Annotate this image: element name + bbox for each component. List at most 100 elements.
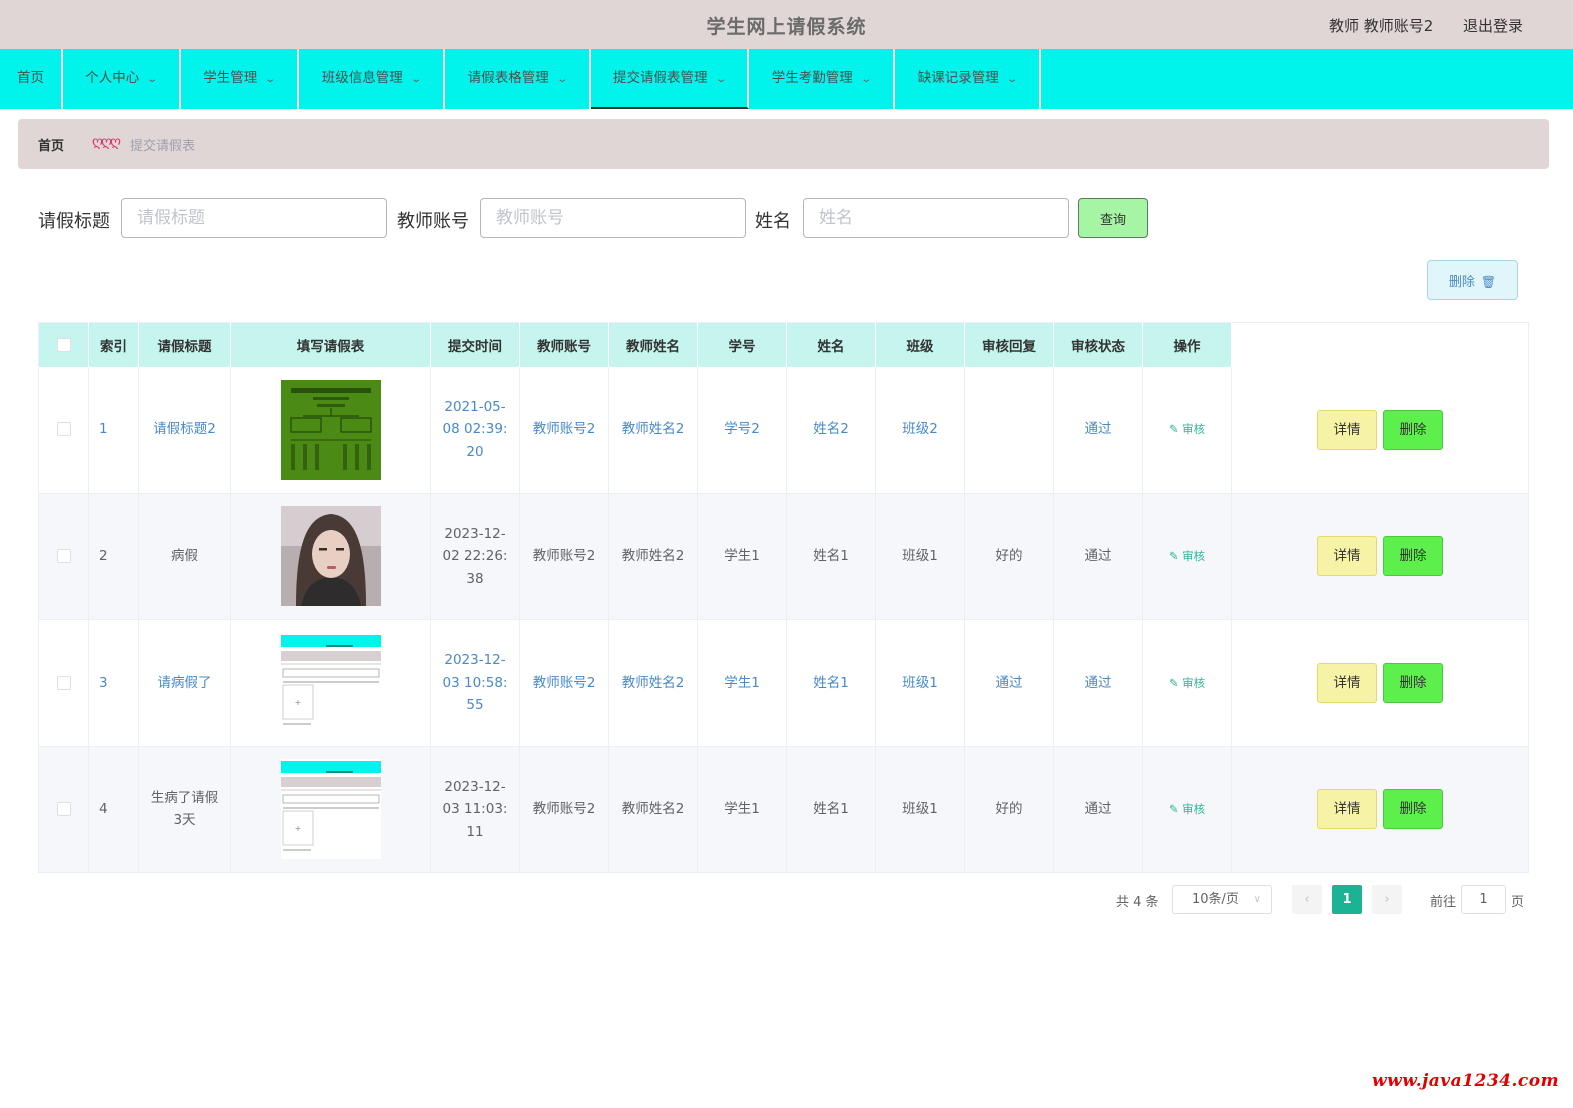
select-all-checkbox[interactable] — [56, 337, 71, 352]
column-header: 班级 — [875, 322, 965, 367]
nav-label: 学生管理 — [203, 70, 258, 86]
row-review-reply: 好的 — [964, 746, 1054, 873]
review-label: 审核 — [1182, 549, 1206, 563]
row-checkbox[interactable] — [56, 802, 71, 816]
review-link[interactable]: ✎ 审核 — [1169, 549, 1205, 563]
row-checkbox[interactable] — [56, 422, 71, 437]
detail-button[interactable]: 详情 — [1317, 662, 1377, 703]
nav-item-leave-form-management[interactable]: 请假表格管理 ⌄ — [445, 49, 591, 109]
review-link[interactable]: ✎ 审核 — [1169, 676, 1205, 690]
table-row: 2 病假 2023-12- 02 22:26: 38 教师账号2 教师姓名2 学… — [38, 493, 1529, 620]
screenshot-thumbnail[interactable]: + — [280, 632, 381, 733]
delete-button[interactable]: 删除 — [1383, 536, 1443, 577]
table-row: 3 请病假了 + 2023-12- 03 10:58: 55 教师账号2 教师姓… — [38, 619, 1529, 747]
nav-label: 请假表格管理 — [467, 70, 549, 86]
row-class: 班级1 — [875, 493, 965, 620]
detail-button[interactable]: 详情 — [1317, 789, 1377, 830]
page-size-select[interactable]: 10条/页 ∨ — [1172, 885, 1272, 914]
bulk-delete-label: 删除 — [1448, 274, 1475, 290]
query-button[interactable]: 查询 — [1078, 198, 1148, 238]
row-index: 1 — [88, 366, 139, 494]
logout-link[interactable]: 退出登录 — [1463, 15, 1523, 36]
review-link[interactable]: ✎ 审核 — [1169, 802, 1205, 816]
column-header: 提交时间 — [430, 322, 520, 367]
nav-item-home[interactable]: 首页 — [0, 49, 63, 109]
nav-item-student-management[interactable]: 学生管理 ⌄ — [181, 49, 299, 109]
portrait-photo[interactable] — [280, 506, 381, 607]
chevron-left-icon: ‹ — [1304, 892, 1310, 907]
row-image-cell — [230, 493, 431, 620]
nav-item-class-info-management[interactable]: 班级信息管理 ⌄ — [299, 49, 445, 109]
time-line: 11 — [466, 823, 484, 840]
breadcrumb-current: 提交请假表 — [130, 139, 196, 154]
time-line: 2023-12- — [444, 652, 506, 668]
chevron-down-icon: ∨ — [1253, 894, 1261, 905]
teacher-account-input[interactable] — [480, 198, 746, 238]
delete-button[interactable]: 删除 — [1383, 789, 1443, 830]
goto-page-input[interactable] — [1461, 885, 1506, 914]
name-input[interactable] — [803, 198, 1069, 238]
row-actions: 详情 删除 — [1231, 493, 1529, 620]
row-student-no: 学号2 — [697, 366, 787, 494]
delete-button[interactable]: 删除 — [1383, 409, 1443, 450]
screenshot-thumbnail[interactable]: + — [280, 759, 381, 860]
nav-label: 首页 — [17, 70, 44, 86]
search-label-leave-title: 请假标题 — [38, 211, 110, 232]
detail-button[interactable]: 详情 — [1317, 536, 1377, 577]
time-line: 38 — [466, 570, 484, 587]
chevron-down-icon: ⌄ — [264, 74, 277, 85]
row-student-no: 学生1 — [697, 493, 787, 620]
nav-label: 提交请假表管理 — [613, 70, 708, 86]
row-image-cell — [230, 366, 431, 494]
main-nav: 首页 个人中心 ⌄ 学生管理 ⌄ 班级信息管理 ⌄ 请假表格管理 ⌄ 提交请假表管理 ⌄ … — [0, 49, 1573, 109]
bulk-delete-button[interactable]: 删除 🗑 — [1427, 260, 1518, 300]
row-review-reply: 通过 — [964, 619, 1054, 747]
column-header: 操作 — [1142, 322, 1232, 367]
column-header: 姓名 — [786, 322, 876, 367]
row-class: 班级1 — [875, 746, 965, 873]
detail-button[interactable]: 详情 — [1317, 409, 1377, 450]
row-actions: 详情 删除 — [1231, 746, 1529, 873]
nav-label: 学生考勤管理 — [771, 70, 853, 86]
time-line: 2023-12- — [444, 525, 506, 542]
row-student-no: 学生1 — [697, 746, 787, 873]
delete-button[interactable]: 删除 — [1383, 662, 1443, 703]
row-index: 3 — [88, 619, 139, 747]
row-review-cell: ✎ 审核 — [1142, 619, 1232, 747]
page-number-current[interactable]: 1 — [1332, 885, 1362, 914]
chevron-down-icon: ⌄ — [714, 74, 727, 85]
row-teacher-account: 教师账号2 — [519, 493, 609, 620]
green-chart-image[interactable] — [280, 379, 381, 480]
nav-item-submit-leave-management[interactable]: 提交请假表管理 ⌄ — [591, 49, 749, 109]
trash-icon: 🗑 — [1480, 274, 1497, 289]
nav-item-personal-center[interactable]: 个人中心 ⌄ — [63, 49, 181, 109]
breadcrumb-home[interactable]: 首页 — [38, 135, 64, 154]
row-name: 姓名1 — [786, 746, 876, 873]
row-review-status: 通过 — [1053, 746, 1143, 873]
row-checkbox[interactable] — [56, 675, 71, 690]
edit-icon: ✎ — [1168, 802, 1183, 816]
prev-page-button[interactable]: ‹ — [1292, 885, 1322, 914]
table-row: 4 生病了请假 3天 + 2023-12- 03 11:03: 11 教师账号2… — [38, 746, 1529, 873]
row-review-cell: ✎ 审核 — [1142, 746, 1232, 873]
row-teacher-account: 教师账号2 — [519, 619, 609, 747]
review-link[interactable]: ✎ 审核 — [1169, 422, 1205, 436]
column-header: 请假标题 — [138, 322, 231, 367]
edit-icon: ✎ — [1168, 675, 1183, 690]
row-submit-time: 2023-12- 03 11:03: 11 — [430, 746, 520, 873]
column-header: 审核回复 — [964, 322, 1054, 367]
chevron-down-icon: ⌄ — [146, 74, 159, 85]
column-header: 教师账号 — [519, 322, 609, 367]
next-page-button[interactable]: › — [1372, 885, 1402, 914]
row-select-cell — [38, 746, 89, 873]
nav-item-absence-records-management[interactable]: 缺课记录管理 ⌄ — [895, 49, 1041, 109]
row-name: 姓名1 — [786, 619, 876, 747]
select-all-cell — [38, 322, 89, 367]
row-image-cell: + — [230, 619, 431, 747]
row-checkbox[interactable] — [56, 549, 71, 563]
leave-title-input[interactable] — [121, 198, 387, 238]
nav-item-attendance-management[interactable]: 学生考勤管理 ⌄ — [749, 49, 895, 109]
row-class: 班级1 — [875, 619, 965, 747]
column-header: 索引 — [88, 322, 139, 367]
row-index: 4 — [88, 746, 139, 873]
